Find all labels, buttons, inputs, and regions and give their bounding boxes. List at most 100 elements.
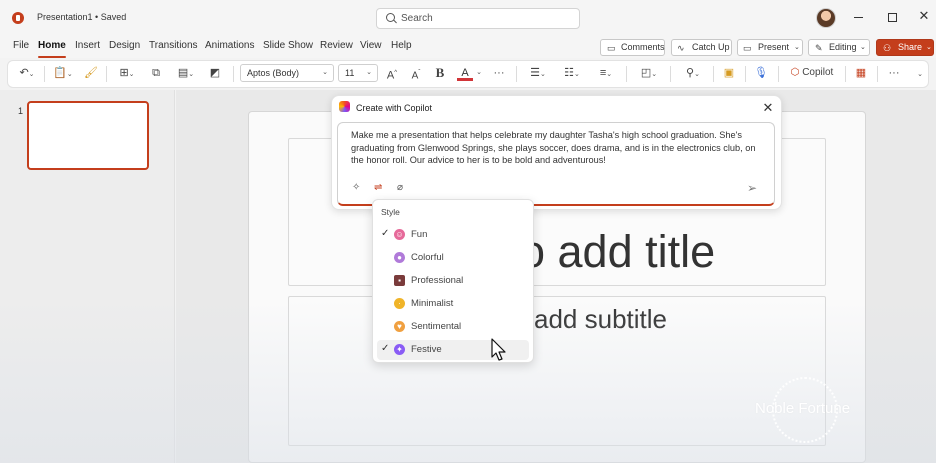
catch-up-button[interactable]: ∿ Catch Up (671, 39, 732, 56)
find-button[interactable]: ⚲⌄ (678, 64, 708, 82)
copilot-icon: ⬡ (790, 67, 800, 78)
search-box[interactable]: Search (376, 8, 580, 29)
bullets-button[interactable]: ☰⌄ (524, 64, 552, 82)
close-copilot-button[interactable]: ✕ (761, 100, 775, 116)
font-color-button[interactable]: A (456, 64, 474, 82)
catch-up-icon: ∿ (677, 43, 685, 53)
divider (778, 66, 779, 82)
chevron-down-icon: ⌄ (860, 44, 866, 51)
sparkle-prompts-icon[interactable]: ✧ (352, 182, 360, 193)
style-option-sentimental[interactable]: ♥ Sentimental (377, 317, 529, 337)
style-option-professional[interactable]: ▪ Professional (377, 271, 529, 291)
undo-button[interactable]: ↶⌄ (13, 64, 41, 82)
present-button[interactable]: ▭ Present ⌄ (737, 39, 803, 56)
format-painter-button[interactable]: 🖌 (82, 64, 100, 82)
clipboard-icon: 📋 (53, 67, 67, 79)
brush-icon: 🖌 (84, 67, 98, 79)
chevron-down-icon: ⌄ (926, 44, 932, 51)
tab-design[interactable]: Design (109, 40, 140, 51)
align-button[interactable]: ≡⌄ (592, 64, 620, 82)
grow-font-button[interactable]: A^ (384, 64, 400, 82)
reuse-slides-button[interactable]: ⧉ (146, 64, 166, 82)
title-bar: Presentation1 • Saved Search ✕ (0, 0, 936, 36)
divider (44, 66, 45, 82)
shrink-font-button[interactable]: Aˇ (408, 64, 424, 82)
tab-insert[interactable]: Insert (75, 40, 100, 51)
bold-button[interactable]: B (432, 64, 448, 82)
reuse-slides-icon: ⧉ (152, 67, 160, 79)
add-ins-button[interactable]: ▦ (853, 64, 869, 82)
style-settings-icon[interactable]: ⇌ (374, 182, 382, 193)
designer-button[interactable]: ▣ (720, 64, 738, 82)
shapes-icon: ◰ (640, 67, 652, 79)
document-title[interactable]: Presentation1 • Saved (37, 12, 126, 22)
more-options-button[interactable]: ··· (884, 64, 904, 82)
minimize-button[interactable] (851, 9, 867, 25)
comment-icon: ▭ (607, 43, 616, 53)
maximize-button[interactable] (884, 9, 900, 25)
lollipop-icon: ● (394, 252, 405, 263)
slide-number: 1 (18, 106, 24, 116)
font-name-dropdown[interactable]: Aptos (Body) ⌄ (240, 64, 334, 82)
subtitle-placeholder-text: add subtitle (534, 304, 667, 334)
grid-icon: ▦ (855, 67, 867, 79)
bullet-list-icon: ☰ (530, 67, 540, 79)
tab-review[interactable]: Review (320, 40, 353, 51)
checkmark-icon: ✓ (381, 343, 390, 354)
menu-bar: File Home Insert Design Transitions Anim… (0, 36, 936, 58)
layout-icon: ▤ (177, 67, 189, 79)
editing-mode-dropdown[interactable]: ✎ Editing ⌄ (808, 39, 870, 56)
chevron-down-icon[interactable]: ⌄ (474, 64, 484, 82)
pencil-icon: ✎ (815, 43, 823, 53)
checkmark-icon: ✓ (381, 228, 390, 239)
slide-thumbnail[interactable] (27, 101, 149, 170)
numbering-button[interactable]: ☷⌄ (558, 64, 586, 82)
new-slide-button[interactable]: ⊞⌄ (114, 64, 140, 82)
tab-animations[interactable]: Animations (205, 40, 254, 51)
tab-help[interactable]: Help (391, 40, 412, 51)
tab-home[interactable]: Home (38, 40, 66, 58)
send-icon[interactable]: ➢ (747, 181, 757, 195)
paste-button[interactable]: 📋⌄ (50, 64, 76, 82)
divider (745, 66, 746, 82)
user-avatar[interactable] (816, 8, 836, 28)
neutral-face-icon: · (394, 298, 405, 309)
people-icon: ⚇ (883, 43, 892, 53)
collapse-ribbon-icon[interactable]: ⌄ (915, 66, 925, 84)
design-ideas-button[interactable]: ◩ (204, 64, 226, 82)
copilot-button[interactable]: ⬡ Copilot (786, 64, 838, 82)
layout-button[interactable]: ▤⌄ (172, 64, 200, 82)
style-option-minimalist[interactable]: · Minimalist (377, 294, 529, 314)
divider (233, 66, 234, 82)
party-popper-icon: ✦ (394, 344, 405, 355)
divider (713, 66, 714, 82)
close-window-button[interactable]: ✕ (916, 9, 932, 25)
search-icon: ⚲ (686, 67, 695, 79)
font-size-dropdown[interactable]: 11 ⌄ (338, 64, 378, 82)
undo-icon: ↶ (19, 67, 29, 79)
tab-slide-show[interactable]: Slide Show (263, 40, 313, 51)
search-icon (386, 13, 395, 22)
title-placeholder-text: o add title (520, 226, 716, 277)
share-button[interactable]: ⚇ Share ⌄ (876, 39, 934, 56)
comments-button[interactable]: ▭ Comments (600, 39, 665, 56)
designer-icon: ▣ (723, 67, 735, 79)
copilot-panel-title: Create with Copilot (356, 103, 433, 113)
dictate-button[interactable]: 🎙 (752, 64, 770, 82)
attach-icon[interactable]: ⌀ (397, 182, 403, 193)
style-dropdown-heading: Style (381, 207, 400, 217)
briefcase-icon: ▪ (394, 275, 405, 286)
divider (516, 66, 517, 82)
microphone-icon: 🎙 (754, 67, 768, 79)
style-option-fun[interactable]: ✓ ☺ Fun (377, 225, 529, 245)
shapes-button[interactable]: ◰⌄ (634, 64, 664, 82)
chevron-down-icon: ⌄ (322, 69, 328, 76)
sentimental-icon: ♥ (394, 321, 405, 332)
tab-view[interactable]: View (360, 40, 382, 51)
more-font-options-button[interactable]: ··· (489, 64, 509, 82)
style-option-colorful[interactable]: ● Colorful (377, 248, 529, 268)
prompt-text[interactable]: Make me a presentation that helps celebr… (351, 129, 763, 167)
search-placeholder: Search (401, 13, 433, 24)
tab-file[interactable]: File (13, 40, 29, 51)
tab-transitions[interactable]: Transitions (149, 40, 198, 51)
